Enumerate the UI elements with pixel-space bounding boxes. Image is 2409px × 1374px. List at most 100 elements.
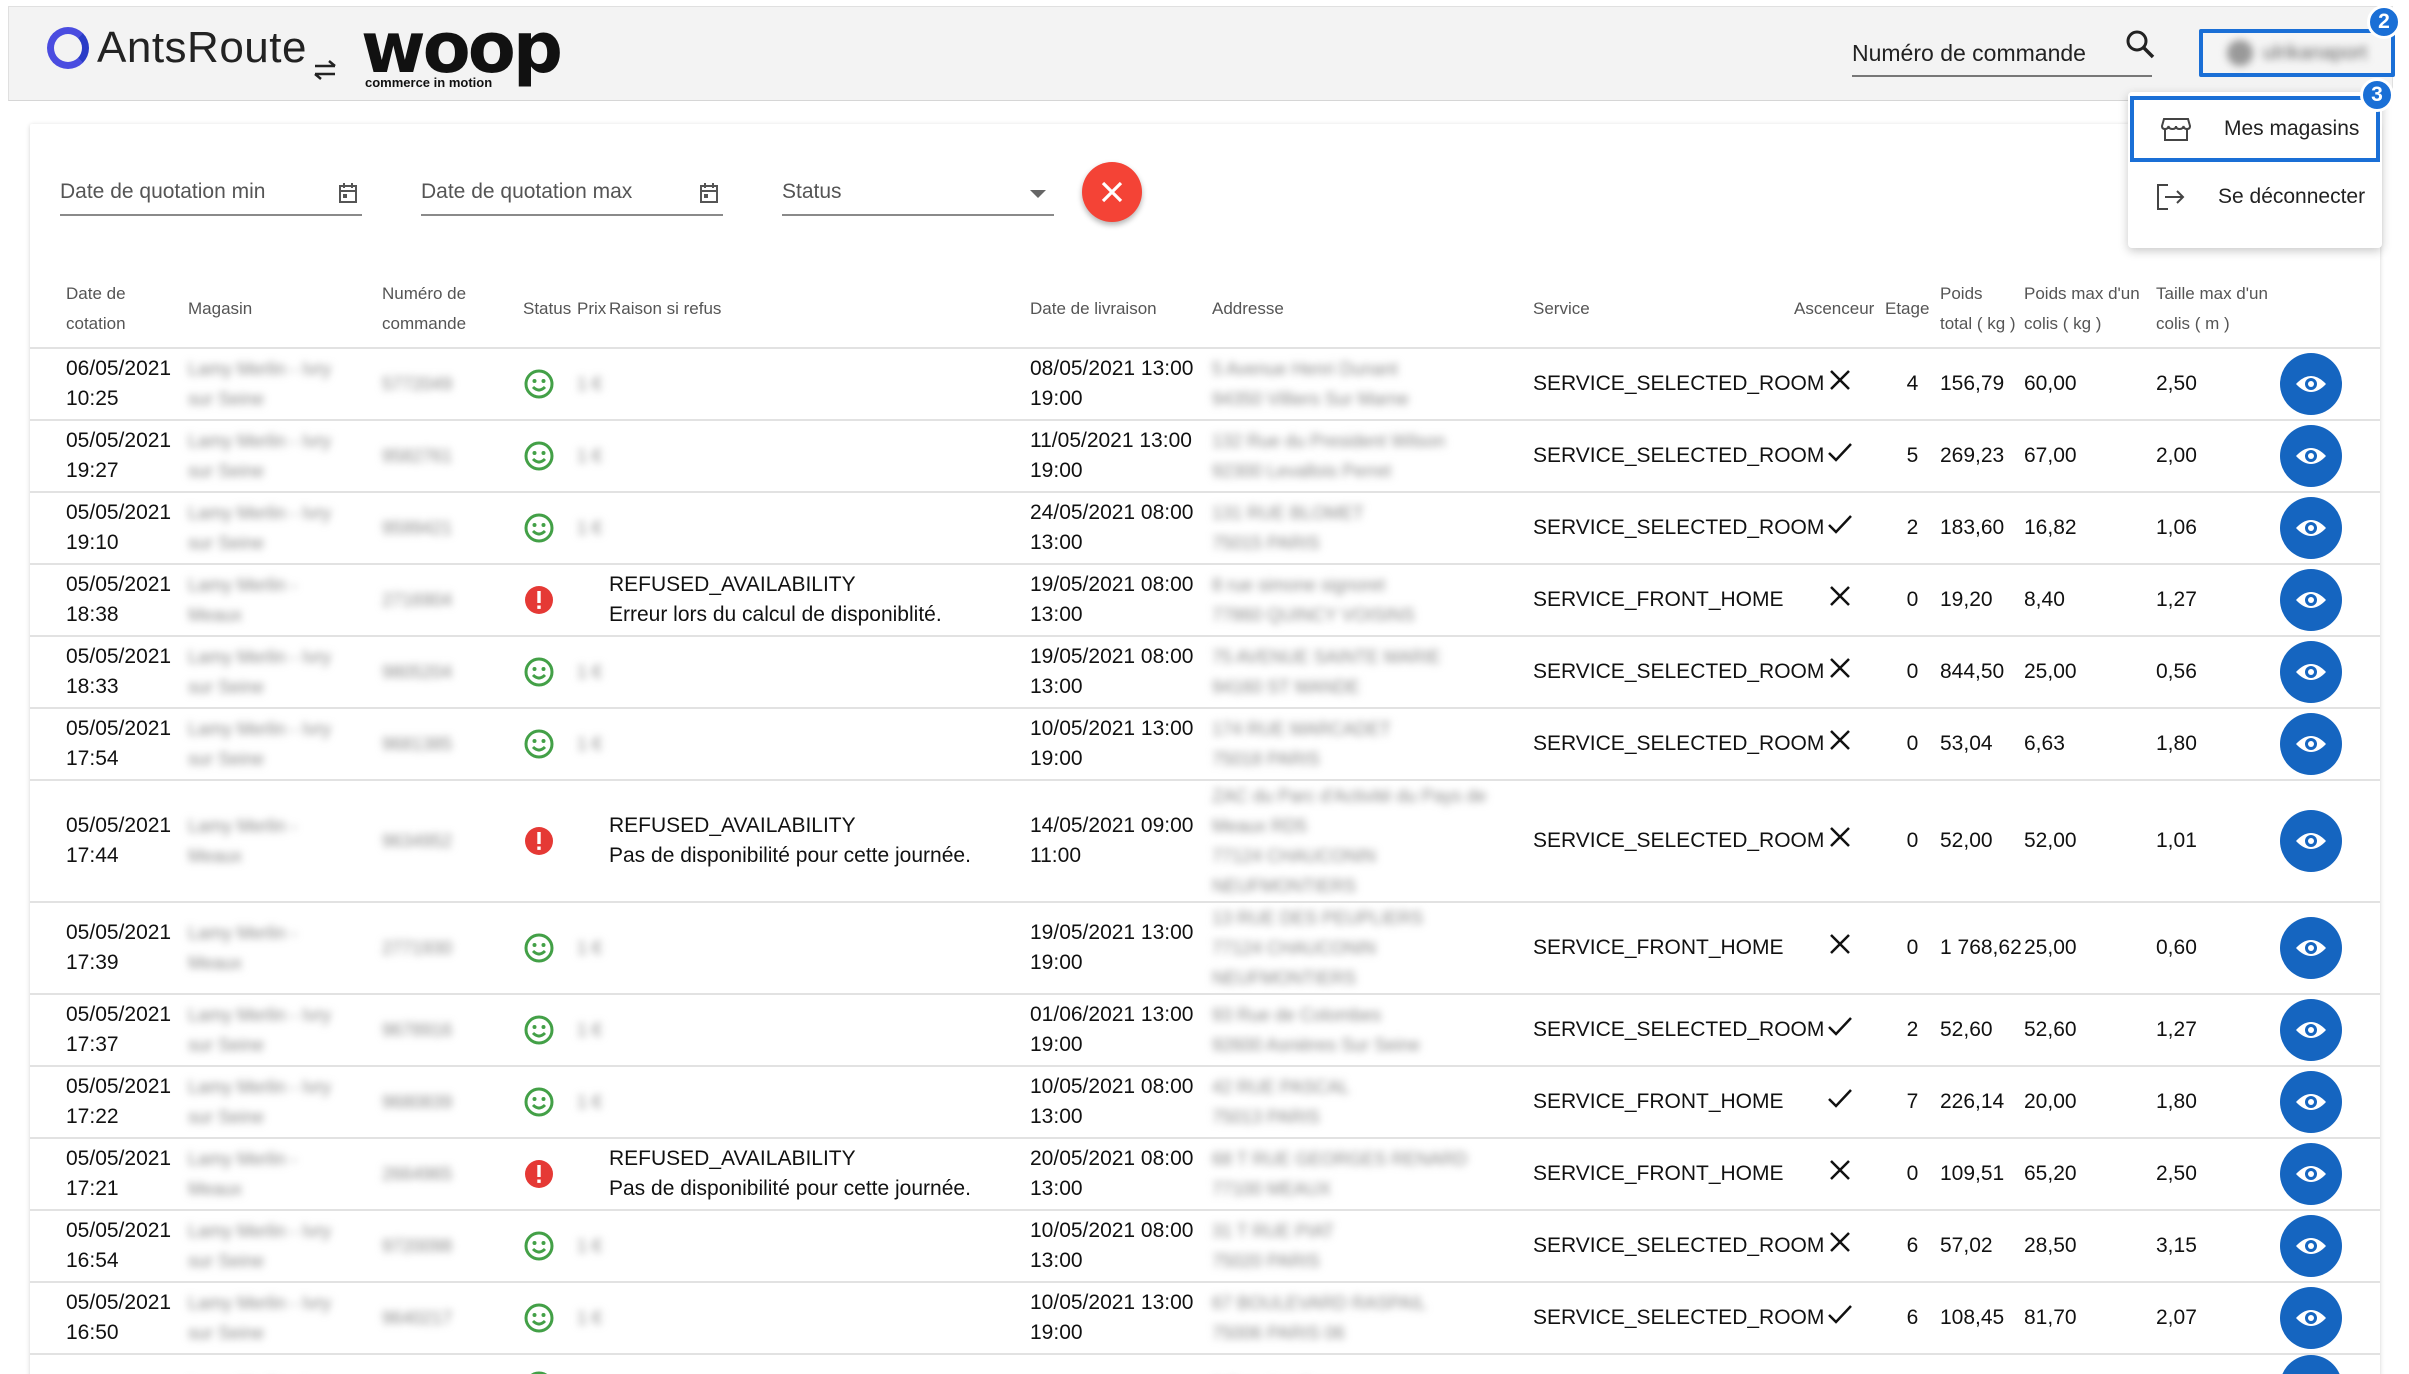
table-row[interactable]: 05/05/2021 17:21 Lamy Merlin - Meaux 26649…: [30, 1138, 2380, 1211]
cell-status: [523, 636, 577, 709]
cell-prix: 1 €: [577, 492, 609, 565]
cell-actions: [2280, 1066, 2380, 1139]
table-row[interactable]: 05/05/2021 18:33 Lamy Merlin - Ivry sur Se…: [30, 636, 2380, 709]
table-row[interactable]: 05/05/2021 17:54 Lamy Merlin - Ivry sur Se…: [30, 708, 2380, 781]
view-details-button[interactable]: [2280, 713, 2342, 775]
store-name-blurred: Lamy Merlin - Ivry: [188, 1293, 332, 1313]
cell-numero: [382, 1354, 523, 1374]
order-number-blurred: 9640217: [382, 1308, 453, 1328]
smile-icon: [523, 368, 577, 400]
store-name-blurred: Lamy Merlin - Ivry: [188, 647, 332, 667]
cell-actions: [2280, 636, 2380, 709]
order-number-blurred: 9599421: [382, 518, 453, 538]
menu-item-label: Mes magasins: [2224, 117, 2360, 140]
cell-magasin: Lamy Merlin - Ivry sur Seine: [188, 348, 382, 421]
date-max-filter[interactable]: Date de quotation max: [421, 174, 723, 216]
col-ascenseur[interactable]: Ascenceur: [1794, 270, 1885, 349]
status-filter-select[interactable]: Status: [782, 174, 1054, 216]
col-etage[interactable]: Etage: [1885, 270, 1940, 349]
search-icon[interactable]: [2121, 25, 2161, 65]
col-prix[interactable]: Prix: [577, 270, 609, 349]
col-taille-max[interactable]: Taille max d'un colis ( m ): [2156, 270, 2280, 349]
table-row[interactable]: 05/05/2021 17:39 Lamy Merlin - Meaux 27719…: [30, 902, 2380, 995]
store-name-blurred: Lamy Merlin - Ivry: [188, 719, 332, 739]
col-numero-commande[interactable]: Numéro de commande: [382, 270, 523, 349]
view-details-button[interactable]: [2280, 497, 2342, 559]
cell-poids-total: 183,60: [1940, 492, 2024, 565]
view-details-button[interactable]: [2280, 1071, 2342, 1133]
cell-taille-max: 1,27: [2156, 564, 2280, 637]
view-details-button[interactable]: [2280, 1355, 2342, 1374]
delivery-date: 19/05/2021 13:00: [1030, 921, 1194, 944]
cell-date-cotation: 05/05/2021 17:21: [66, 1138, 188, 1211]
table-row[interactable]: 06/05/2021 10:25 Lamy Merlin - Ivry sur Se…: [30, 348, 2380, 421]
order-number-search[interactable]: [1852, 35, 2152, 77]
table-row[interactable]: 05/05/2021 Lamy Merlin - Ivry 10/05/2021…: [30, 1354, 2380, 1374]
view-details-button[interactable]: [2280, 810, 2342, 872]
cell-etage: 2: [1885, 492, 1940, 565]
cell-etage: 7: [1885, 1066, 1940, 1139]
menu-item-se-deconnecter[interactable]: Se déconnecter: [2128, 164, 2382, 230]
table-row[interactable]: 05/05/2021 19:27 Lamy Merlin - Ivry sur Se…: [30, 420, 2380, 493]
clear-filters-button[interactable]: [1082, 162, 1142, 222]
col-poids-max[interactable]: Poids max d'un colis ( kg ): [2024, 270, 2156, 349]
address-line: 92600 Asnières Sur Seine: [1212, 1035, 1421, 1055]
cell-service: SERVICE_SELECTED_ROOM: [1533, 420, 1824, 493]
col-adresse[interactable]: Addresse: [1212, 270, 1533, 349]
time-value: 17:39: [66, 951, 119, 974]
table-row[interactable]: 05/05/2021 18:38 Lamy Merlin - Meaux 27169…: [30, 564, 2380, 637]
user-menu-button[interactable]: ulrikanaport: [2199, 29, 2395, 77]
cell-adresse: 174 RUE MARCADET 75018 PARIS: [1212, 708, 1533, 781]
cell-date-cotation: 05/05/2021 19:10: [66, 492, 188, 565]
col-poids-total[interactable]: Poids total ( kg ): [1940, 270, 2024, 349]
view-details-button[interactable]: [2280, 917, 2342, 979]
view-details-button[interactable]: [2280, 1143, 2342, 1205]
cell-date-livraison: 10/05/2021 13:00 19:00: [1030, 1282, 1212, 1355]
date-min-filter[interactable]: Date de quotation min: [60, 174, 362, 216]
table-row[interactable]: 05/05/2021 17:22 Lamy Merlin - Ivry sur Se…: [30, 1066, 2380, 1139]
delivery-end: 13:00: [1030, 603, 1083, 626]
cell-service: SERVICE_SELECTED_ROOM: [1533, 708, 1824, 781]
col-magasin[interactable]: Magasin: [188, 270, 382, 349]
cell-service: SERVICE_SELECTED_ROOM: [1533, 780, 1824, 903]
cell-service: SERVICE_FRONT_HOME: [1533, 902, 1794, 995]
time-value: 16:54: [66, 1249, 119, 1272]
delivery-end: 19:00: [1030, 1033, 1083, 1056]
eye-icon: [2294, 372, 2328, 396]
eye-icon: [2294, 1306, 2328, 1330]
view-details-button[interactable]: [2280, 425, 2342, 487]
calendar-icon[interactable]: [699, 182, 719, 204]
view-details-button[interactable]: [2280, 999, 2342, 1061]
view-details-button[interactable]: [2280, 1287, 2342, 1349]
view-details-button[interactable]: [2280, 641, 2342, 703]
error-icon: [523, 584, 577, 616]
eye-icon: [2294, 444, 2328, 468]
date-value: 05/05/2021: [66, 717, 172, 740]
col-date-cotation[interactable]: Date de cotation: [66, 270, 188, 349]
cell-numero: 9805204: [382, 636, 523, 709]
view-details-button[interactable]: [2280, 569, 2342, 631]
col-date-livraison[interactable]: Date de livraison: [1030, 270, 1212, 349]
price-blurred: 1 €: [577, 662, 603, 682]
calendar-icon[interactable]: [338, 182, 358, 204]
table-row[interactable]: 05/05/2021 19:10 Lamy Merlin - Ivry sur Se…: [30, 492, 2380, 565]
view-details-button[interactable]: [2280, 1215, 2342, 1277]
table-row[interactable]: 05/05/2021 16:54 Lamy Merlin - Ivry sur Se…: [30, 1210, 2380, 1283]
date-value: 05/05/2021: [66, 501, 172, 524]
cell-etage: 0: [1885, 708, 1940, 781]
col-service[interactable]: Service: [1533, 270, 1794, 349]
user-name-blurred: ulrikanaport: [2226, 40, 2367, 66]
view-details-button[interactable]: [2280, 353, 2342, 415]
cell-ascenseur: [1794, 1066, 1885, 1139]
cell-date-cotation: 06/05/2021 10:25: [66, 348, 188, 421]
menu-item-mes-magasins[interactable]: Mes magasins: [2130, 96, 2380, 162]
table-row[interactable]: 05/05/2021 17:44 Lamy Merlin - Meaux 96349…: [30, 780, 2380, 903]
table-row[interactable]: 05/05/2021 16:50 Lamy Merlin - Ivry sur Se…: [30, 1282, 2380, 1355]
order-number-input[interactable]: [1852, 35, 2112, 71]
cell-date-cotation: 05/05/2021 17:54: [66, 708, 188, 781]
col-status[interactable]: Status: [523, 270, 577, 349]
col-raison-refus[interactable]: Raison si refus: [609, 270, 1030, 349]
cell-magasin: Lamy Merlin - Meaux: [188, 1138, 382, 1211]
table-row[interactable]: 05/05/2021 17:37 Lamy Merlin - Ivry sur Se…: [30, 994, 2380, 1067]
cell-adresse: 5 Avenue Henri Dunant 94350 Villiers Sur …: [1212, 348, 1533, 421]
